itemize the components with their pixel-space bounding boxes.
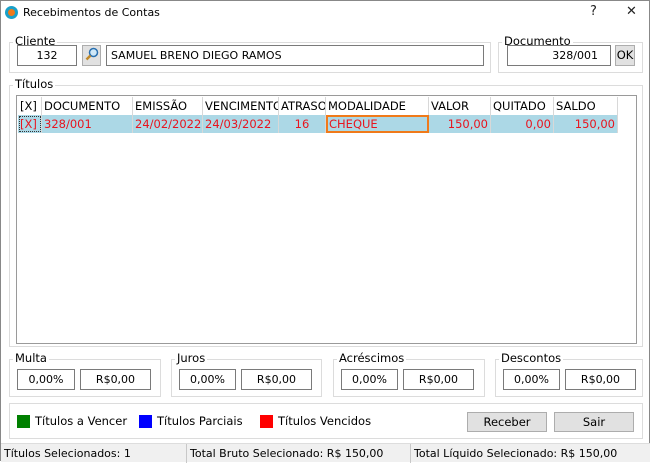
titulos-label: Títulos — [13, 77, 56, 91]
cell-quitado: 0,00 — [491, 115, 554, 133]
legend-vencidos: Títulos Vencidos — [278, 414, 372, 428]
acrescimos-valor-input[interactable]: R$0,00 — [403, 369, 474, 390]
cliente-code-input[interactable]: 132 — [17, 45, 77, 66]
cell-valor: 150,00 — [429, 115, 491, 133]
col-quitado[interactable]: QUITADO — [491, 97, 554, 115]
descontos-valor-input[interactable]: R$0,00 — [565, 369, 636, 390]
col-check[interactable]: [X] — [18, 97, 42, 115]
cell-vencimento: 24/03/2022 — [203, 115, 279, 133]
col-emissao[interactable]: EMISSÃO — [133, 97, 203, 115]
cell-atraso: 16 — [279, 115, 326, 133]
col-saldo[interactable]: SALDO — [554, 97, 618, 115]
ok-button[interactable]: OK — [615, 45, 635, 66]
help-button[interactable]: ? — [590, 4, 597, 19]
descontos-pct-input[interactable]: 0,00% — [503, 369, 560, 390]
green-swatch-icon — [17, 415, 30, 428]
cell-emissao: 24/02/2022 — [135, 115, 203, 133]
search-client-button[interactable] — [82, 45, 101, 66]
cliente-name-input[interactable]: SAMUEL BRENO DIEGO RAMOS — [106, 45, 484, 66]
juros-label: Juros — [175, 351, 208, 365]
window-title: Recebimentos de Contas — [23, 6, 160, 19]
blue-swatch-icon — [139, 415, 152, 428]
sair-button[interactable]: Sair — [554, 412, 634, 432]
row-checkbox[interactable]: [X] — [18, 115, 42, 133]
status-selecionados: Títulos Selecionados: 1 — [4, 447, 131, 460]
cell-saldo: 150,00 — [554, 115, 618, 133]
status-total-liquido: Total Líquido Selecionado: R$ 150,00 — [414, 447, 618, 460]
cell-modalidade[interactable]: CHEQUE — [326, 115, 429, 133]
acrescimos-label: Acréscimos — [337, 351, 407, 365]
acrescimos-pct-input[interactable]: 0,00% — [341, 369, 398, 390]
receber-button[interactable]: Receber — [467, 412, 547, 432]
col-vencimento[interactable]: VENCIMENTO — [203, 97, 279, 115]
descontos-label: Descontos — [499, 351, 564, 365]
status-bar: Títulos Selecionados: 1 Total Bruto Sele… — [1, 443, 650, 463]
col-modalidade[interactable]: MODALIDADE — [326, 97, 429, 115]
app-logo-icon — [5, 6, 18, 19]
red-swatch-icon — [260, 415, 273, 428]
close-button[interactable]: ✕ — [626, 4, 637, 19]
juros-valor-input[interactable]: R$0,00 — [241, 369, 312, 390]
col-valor[interactable]: VALOR — [429, 97, 491, 115]
legend-parciais: Títulos Parciais — [157, 414, 243, 428]
col-documento[interactable]: DOCUMENTO — [42, 97, 133, 115]
col-atraso[interactable]: ATRASO — [279, 97, 326, 115]
multa-pct-input[interactable]: 0,00% — [17, 369, 75, 390]
titulos-grid[interactable]: [X] DOCUMENTO EMISSÃO VENCIMENTO ATRASO … — [16, 95, 637, 344]
multa-valor-input[interactable]: R$0,00 — [80, 369, 151, 390]
search-icon — [85, 47, 98, 61]
cell-documento: 328/001 — [42, 115, 133, 133]
legend-a-vencer: Títulos a Vencer — [35, 414, 128, 428]
table-row[interactable]: [X] 328/001 24/02/2022 24/03/2022 16 CHE… — [18, 115, 618, 133]
grid-header: [X] DOCUMENTO EMISSÃO VENCIMENTO ATRASO … — [18, 97, 618, 115]
window: Recebimentos de Contas ? ✕ Cliente 132 S… — [0, 0, 650, 463]
status-total-bruto: Total Bruto Selecionado: R$ 150,00 — [190, 447, 384, 460]
juros-pct-input[interactable]: 0,00% — [179, 369, 236, 390]
multa-label: Multa — [13, 351, 49, 365]
documento-input[interactable]: 328/001 — [507, 45, 611, 66]
